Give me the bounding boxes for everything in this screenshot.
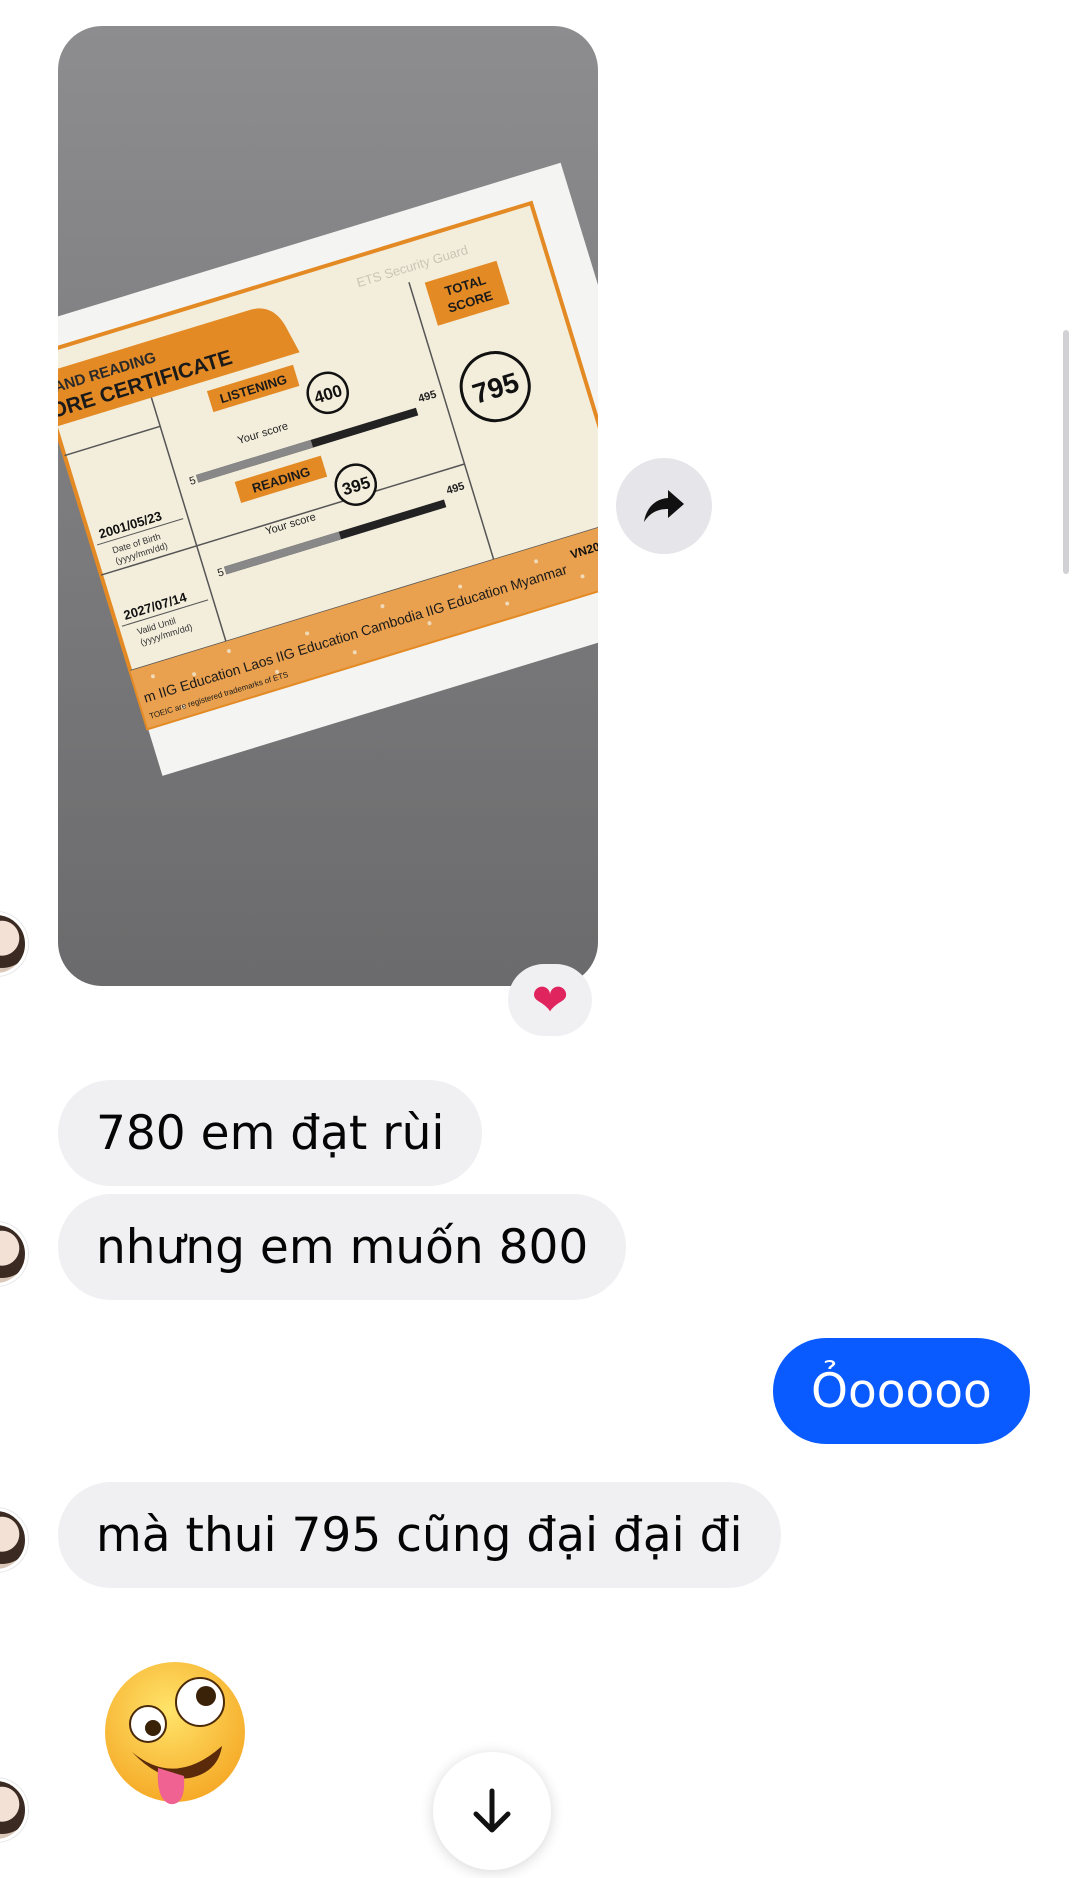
arrow-down-icon (473, 1788, 511, 1833)
share-button[interactable] (616, 458, 712, 554)
heart-reaction[interactable]: ❤ (508, 964, 592, 1036)
avatar[interactable] (0, 1508, 28, 1572)
heart-icon: ❤ (531, 974, 569, 1026)
message-bubble[interactable]: 780 em đạt rùi (58, 1080, 483, 1186)
message-bubble[interactable]: Ỏooooo (773, 1338, 1030, 1444)
message-text: 780 em đạt rùi (96, 1105, 445, 1161)
message-bubble[interactable]: nhưng em muốn 800 (58, 1194, 627, 1300)
avatar[interactable] (0, 1222, 28, 1286)
certificate-photo: AND READING ORE CERTIFICATE ETS Security… (58, 162, 598, 986)
photo-message[interactable]: AND READING ORE CERTIFICATE ETS Security… (58, 26, 598, 986)
scroll-down-button[interactable] (433, 1752, 551, 1870)
message-text: Ỏooooo (811, 1363, 992, 1419)
message-text: mà thui 795 cũng đại đại đi (96, 1507, 743, 1563)
share-arrow-icon (644, 490, 684, 522)
zany-face-emoji[interactable] (100, 1660, 250, 1810)
zany-face-icon (105, 1662, 245, 1805)
message-text: nhưng em muốn 800 (96, 1219, 589, 1275)
avatar[interactable] (0, 1778, 28, 1842)
scrollbar[interactable] (1063, 330, 1069, 574)
avatar[interactable] (0, 912, 28, 976)
message-bubble[interactable]: mà thui 795 cũng đại đại đi (58, 1482, 781, 1588)
